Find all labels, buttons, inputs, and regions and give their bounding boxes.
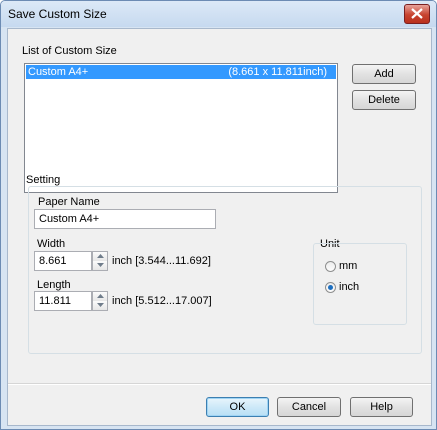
cancel-button[interactable]: Cancel (277, 397, 341, 417)
list-item-name: Custom A4+ (28, 66, 89, 78)
arrow-up-icon (97, 294, 104, 298)
window-title: Save Custom Size (8, 7, 107, 21)
length-range: inch [5.512...17.007] (112, 295, 212, 307)
close-button[interactable] (404, 4, 430, 24)
close-icon (411, 8, 423, 19)
list-item-size: (8.661 x 11.811inch) (228, 66, 327, 78)
list-item[interactable]: Custom A4+ (8.661 x 11.811inch) (26, 65, 336, 79)
help-button[interactable]: Help (350, 397, 413, 417)
length-label: Length (37, 279, 71, 291)
radio-inch-label[interactable]: inch (339, 281, 359, 293)
radio-mm-button[interactable] (325, 261, 336, 272)
footer-separator (8, 383, 431, 385)
add-button[interactable]: Add (352, 64, 416, 84)
width-spinner[interactable] (92, 251, 108, 271)
list-label: List of Custom Size (22, 45, 117, 57)
custom-size-list[interactable]: Custom A4+ (8.661 x 11.811inch) (24, 63, 338, 193)
dialog-window: Save Custom Size List of Custom Size Cus… (0, 0, 437, 430)
radio-mm-label[interactable]: mm (339, 260, 357, 272)
ok-button[interactable]: OK (206, 397, 269, 417)
dialog-body: List of Custom Size Custom A4+ (8.661 x … (7, 28, 432, 426)
length-spinner[interactable] (92, 291, 108, 311)
title-bar[interactable]: Save Custom Size (1, 1, 436, 27)
paper-name-label: Paper Name (38, 196, 100, 208)
paper-name-field[interactable]: Custom A4+ (34, 209, 216, 229)
radio-selected-dot (328, 285, 333, 290)
arrow-down-icon (97, 263, 104, 267)
arrow-down-icon (97, 303, 104, 307)
radio-inch-button[interactable] (325, 282, 336, 293)
width-range: inch [3.544...11.692] (112, 255, 211, 267)
setting-group-label: Setting (26, 174, 61, 186)
width-label: Width (37, 238, 66, 250)
length-field[interactable]: 11.811 (34, 291, 92, 311)
delete-button[interactable]: Delete (352, 90, 416, 110)
width-spin-down[interactable] (93, 261, 107, 270)
width-field[interactable]: 8.661 (34, 251, 92, 271)
length-spin-down[interactable] (93, 301, 107, 310)
arrow-up-icon (97, 254, 104, 258)
